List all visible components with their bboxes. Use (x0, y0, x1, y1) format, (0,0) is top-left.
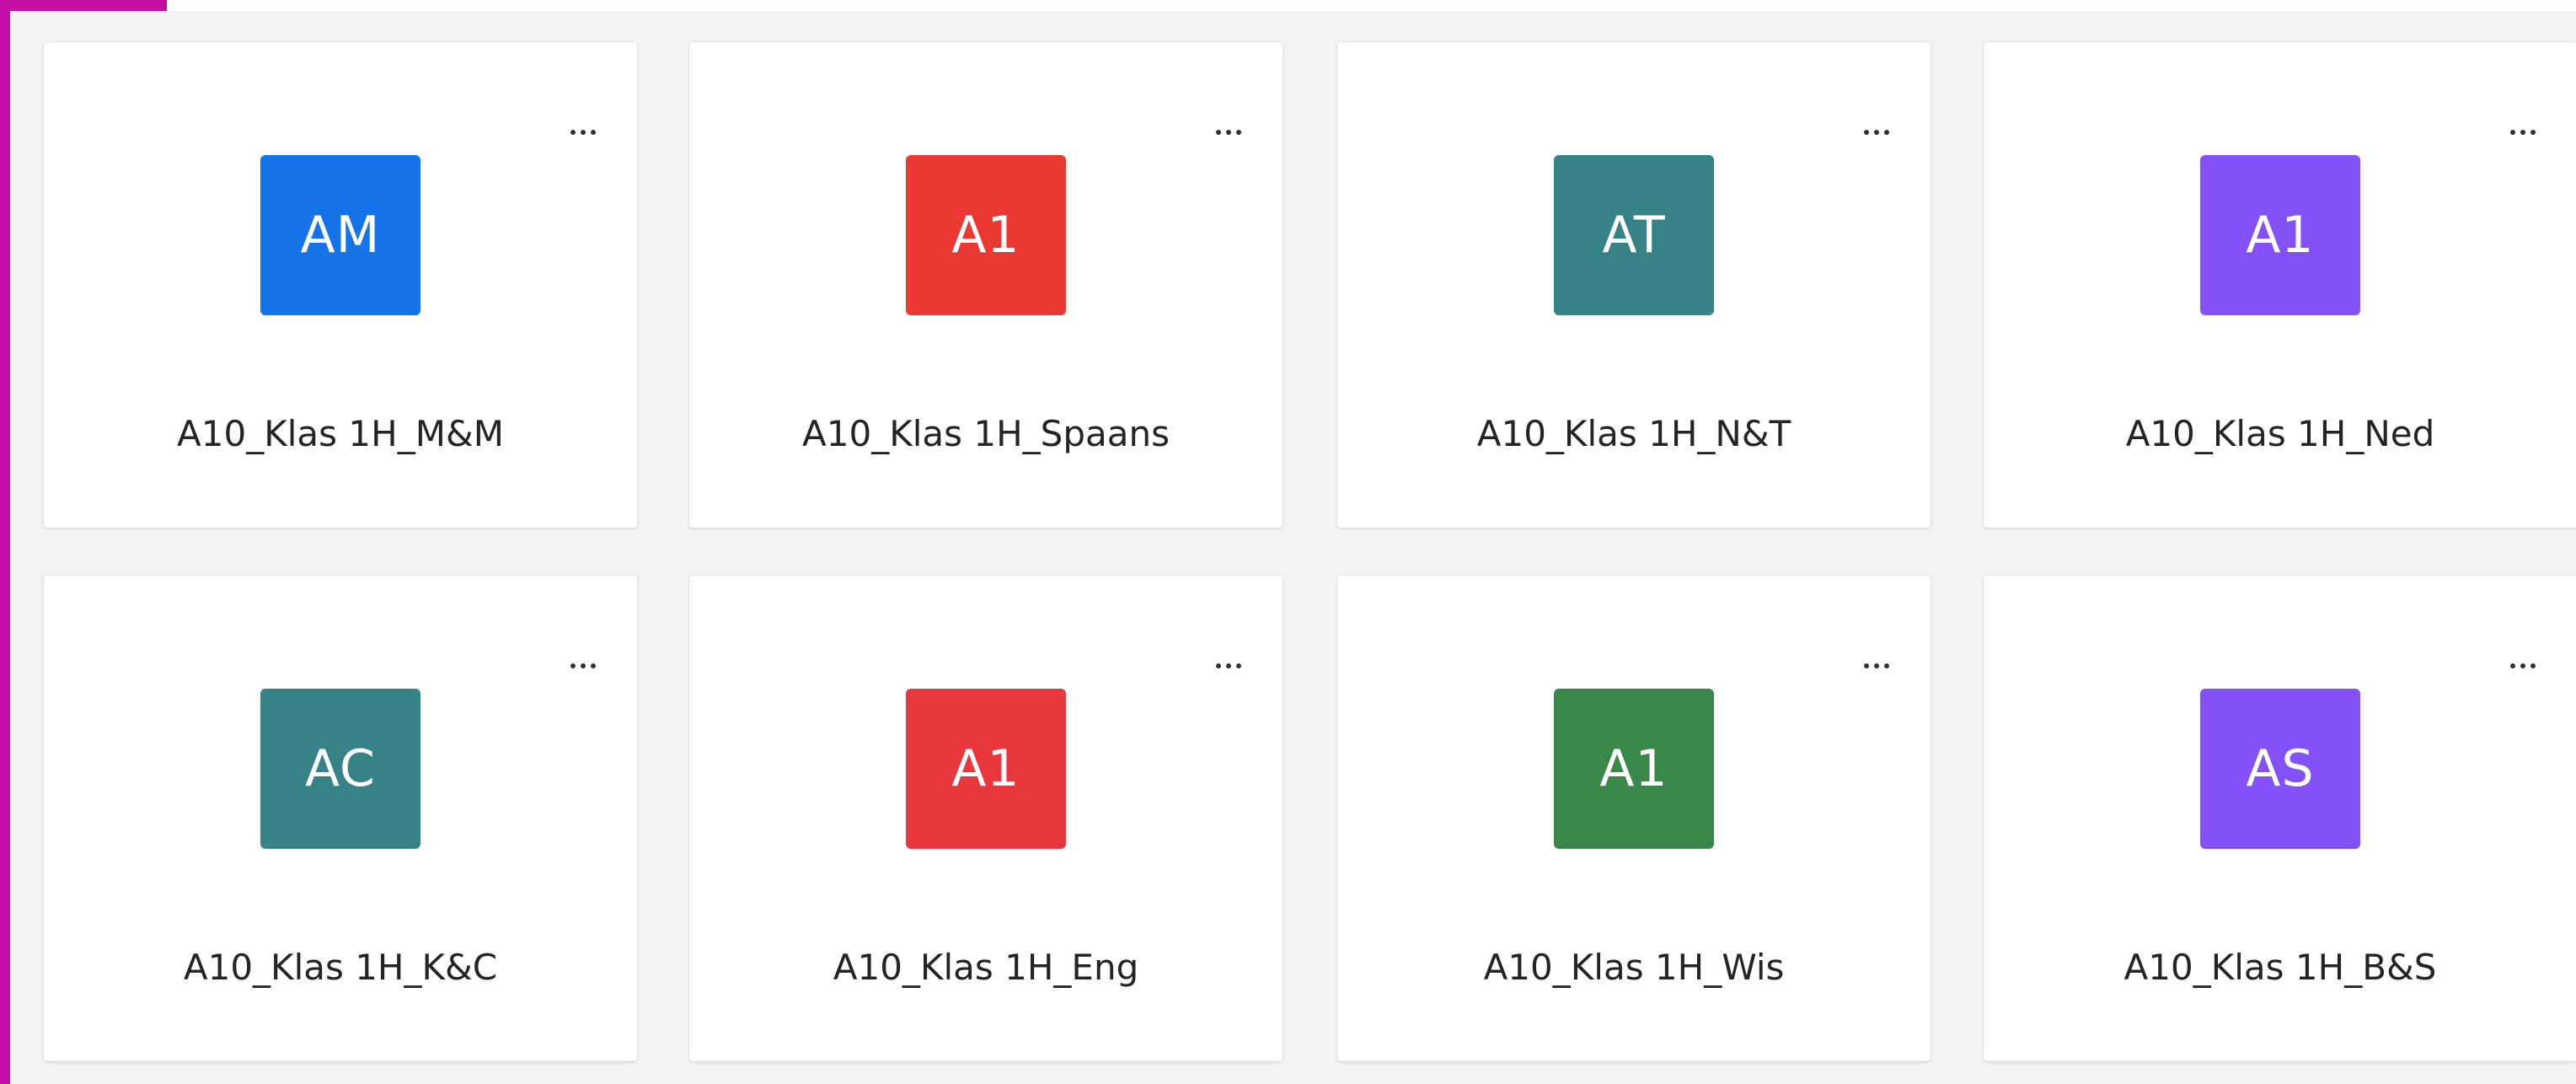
more-horizontal-icon (570, 663, 576, 668)
more-options-button[interactable] (1855, 652, 1899, 680)
team-avatar-initials: AT (1602, 206, 1666, 265)
more-dot (2530, 663, 2536, 668)
more-horizontal-icon (2510, 663, 2515, 668)
team-card[interactable]: A1 A10_Klas 1H_Eng (689, 576, 1283, 1061)
more-options-button[interactable] (1207, 118, 1251, 147)
team-name[interactable]: A10_Klas 1H_Wis (1337, 947, 1931, 988)
more-dot (1874, 663, 1879, 668)
team-card[interactable]: A1 A10_Klas 1H_Ned (1984, 42, 2576, 528)
more-dot (591, 663, 596, 668)
more-horizontal-icon (2510, 130, 2515, 135)
team-card[interactable]: AT A10_Klas 1H_N&T (1337, 42, 1931, 528)
more-options-button[interactable] (561, 118, 605, 147)
team-name[interactable]: A10_Klas 1H_N&T (1337, 413, 1931, 454)
team-card[interactable]: AM A10_Klas 1H_M&M (44, 42, 637, 528)
more-horizontal-icon (1216, 663, 1221, 668)
team-avatar[interactable]: AT (1554, 155, 1714, 315)
team-name[interactable]: A10_Klas 1H_Ned (1984, 413, 2576, 454)
more-dot (1236, 663, 1241, 668)
team-avatar-initials: AC (305, 739, 376, 798)
team-avatar-initials: A1 (951, 206, 1020, 265)
team-name[interactable]: A10_Klas 1H_B&S (1984, 947, 2576, 988)
more-dot (2530, 130, 2536, 135)
team-card[interactable]: A1 A10_Klas 1H_Wis (1337, 576, 1931, 1061)
more-options-button[interactable] (2501, 118, 2545, 147)
team-avatar[interactable]: AM (260, 155, 420, 315)
team-avatar[interactable]: AC (260, 689, 420, 849)
more-horizontal-icon (570, 130, 576, 135)
more-dot (1236, 130, 1241, 135)
teams-grid: AM A10_Klas 1H_M&M A1 A10_Klas 1H_Spaans… (0, 0, 2576, 1084)
team-avatar-initials: A1 (951, 739, 1020, 798)
more-dot (2520, 130, 2525, 135)
more-dot (1884, 130, 1889, 135)
team-name[interactable]: A10_Klas 1H_Spaans (689, 413, 1283, 454)
more-horizontal-icon (1864, 663, 1869, 668)
more-dot (2520, 663, 2525, 668)
team-card[interactable]: AC A10_Klas 1H_K&C (44, 576, 637, 1061)
team-card[interactable]: AS A10_Klas 1H_B&S (1984, 576, 2576, 1061)
more-dot (581, 130, 586, 135)
team-avatar[interactable]: A1 (1554, 689, 1714, 849)
team-avatar[interactable]: A1 (906, 155, 1066, 315)
more-dot (1226, 130, 1231, 135)
team-avatar-initials: AM (300, 206, 381, 265)
more-options-button[interactable] (1855, 118, 1899, 147)
team-avatar-initials: A1 (2246, 206, 2315, 265)
more-options-button[interactable] (2501, 652, 2545, 680)
more-dot (1874, 130, 1879, 135)
team-avatar[interactable]: A1 (2200, 155, 2360, 315)
team-avatar-initials: AS (2246, 739, 2315, 798)
team-card[interactable]: A1 A10_Klas 1H_Spaans (689, 42, 1283, 528)
more-dot (1226, 663, 1231, 668)
more-options-button[interactable] (1207, 652, 1251, 680)
team-avatar[interactable]: A1 (906, 689, 1066, 849)
more-horizontal-icon (1216, 130, 1221, 135)
more-options-button[interactable] (561, 652, 605, 680)
more-dot (591, 130, 596, 135)
team-avatar-initials: A1 (1599, 739, 1668, 798)
team-name[interactable]: A10_Klas 1H_Eng (689, 947, 1283, 988)
more-horizontal-icon (1864, 130, 1869, 135)
team-avatar[interactable]: AS (2200, 689, 2360, 849)
more-dot (581, 663, 586, 668)
team-name[interactable]: A10_Klas 1H_M&M (44, 413, 637, 454)
team-name[interactable]: A10_Klas 1H_K&C (44, 947, 637, 988)
more-dot (1884, 663, 1889, 668)
